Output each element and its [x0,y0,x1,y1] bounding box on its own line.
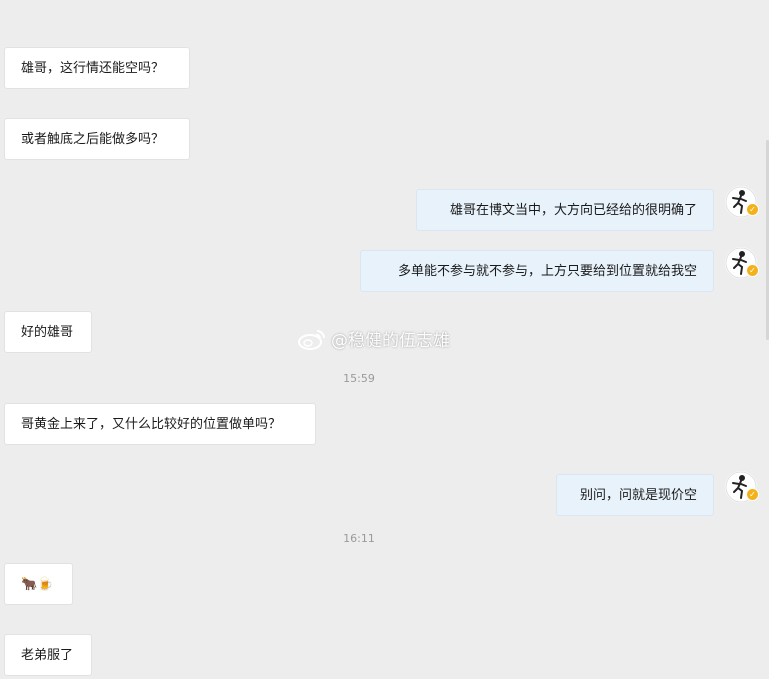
message-bubble: 好的雄哥 [4,311,92,353]
message-text: 别问，问就是现价空 [579,488,697,503]
avatar-icon[interactable]: ✓ [725,247,759,279]
chat-window: 雄哥，这行情还能空吗？ 或者触底之后能做多吗？ 雄哥在博文当中，大方向已经给的很… [0,0,769,679]
weibo-logo-icon [298,329,325,350]
avatar-icon[interactable]: ✓ [725,471,759,503]
message-text: 好的雄哥 [21,325,74,340]
message-text: 雄哥，这行情还能空吗？ [21,61,165,76]
avatar-icon[interactable]: ✓ [725,186,759,218]
message-text: 哥黄金上来了，又什么比较好的位置做单吗？ [21,417,282,432]
watermark: @稳健的伍志雄 [297,326,450,351]
message-bubble: 别问，问就是现价空 [556,474,714,516]
message-bubble: 哥黄金上来了，又什么比较好的位置做单吗？ [4,403,316,445]
message-bubble: 雄哥在博文当中，大方向已经给的很明确了 [416,189,714,231]
message-bubble: 或者触底之后能做多吗？ [4,118,190,160]
message-text: 或者触底之后能做多吗？ [21,132,165,147]
verified-badge-icon: ✓ [746,203,759,216]
message-text: 老弟服了 [21,648,74,663]
message-bubble: 老弟服了 [4,634,92,676]
timestamp: 16:11 [343,532,375,545]
timestamp: 15:59 [343,372,375,385]
verified-badge-icon: ✓ [746,264,759,277]
message-text: 雄哥在博文当中，大方向已经给的很明确了 [449,203,697,218]
verified-badge-icon: ✓ [746,488,759,501]
emoji-message-text: 🐂🍺 [21,577,54,592]
message-text: 多单能不参与就不参与，上方只要给到位置就给我空 [397,264,697,279]
message-bubble: 多单能不参与就不参与，上方只要给到位置就给我空 [360,250,714,292]
watermark-text: @稳健的伍志雄 [331,331,450,351]
message-bubble: 雄哥，这行情还能空吗？ [4,47,190,89]
message-bubble: 🐂🍺 [4,563,73,605]
